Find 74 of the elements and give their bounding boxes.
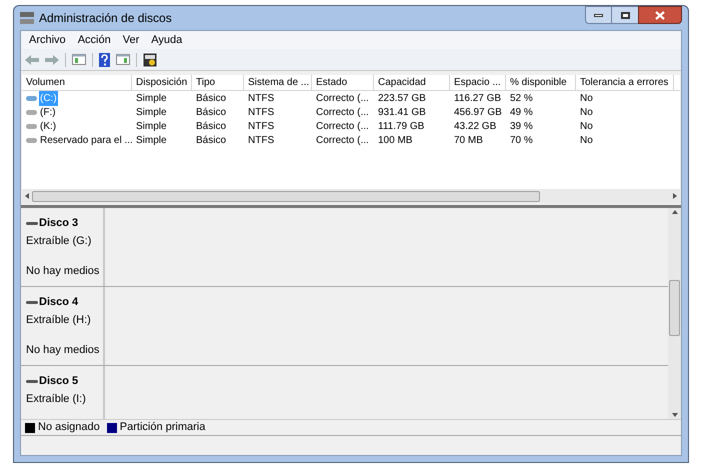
column-header[interactable]: Tolerancia a errores [576, 75, 674, 90]
volume-name[interactable]: (K:) [39, 118, 58, 134]
disk-name: Disco 3 [39, 216, 78, 231]
volume-name[interactable]: (F:) [39, 104, 57, 120]
table-cell-text: Básico [196, 134, 226, 148]
close-icon [655, 10, 665, 20]
legend-label: Partición primaria [120, 420, 206, 436]
drive-icon [26, 138, 37, 142]
table-cell-text: 70 % [510, 134, 533, 148]
panel-icon[interactable] [116, 54, 130, 65]
table-cell-text: 70 MB [454, 134, 483, 148]
table-cell-text: 100 MB [378, 134, 412, 148]
drive-icon [26, 124, 37, 128]
table-cell-text: Correcto (... [316, 120, 369, 134]
table-cell-text: 39 % [510, 120, 533, 134]
column-header[interactable]: Capacidad [374, 75, 450, 90]
table-cell-text: NTFS [248, 106, 274, 120]
table-cell-text: 931.41 GB [378, 106, 426, 120]
disk-name: Disco 4 [39, 295, 78, 310]
menu-item[interactable]: Acción [72, 32, 116, 48]
window-title: Administración de discos [39, 10, 172, 27]
table-cell-text: Básico [196, 92, 226, 106]
maximize-button[interactable] [612, 6, 638, 24]
table-cell-text: NTFS [248, 134, 274, 148]
table-cell-text: Básico [196, 120, 226, 134]
disk-type: Extraíble (G:) [26, 234, 92, 248]
table-cell-text: 52 % [510, 92, 533, 106]
column-header[interactable]: Disposición [132, 75, 192, 90]
properties-icon[interactable] [143, 52, 157, 66]
table-cell-text: Simple [136, 134, 167, 148]
column-header[interactable]: Tipo [192, 75, 244, 90]
scroll-down-icon[interactable] [670, 411, 678, 419]
horizontal-scrollbar[interactable] [32, 190, 540, 202]
close-button[interactable] [638, 6, 682, 24]
table-cell-text: Simple [136, 106, 167, 120]
menu-item[interactable]: Ayuda [146, 32, 188, 48]
disk-status: No hay medios [26, 264, 100, 279]
column-header[interactable]: Volumen [22, 75, 132, 90]
table-cell-text: No [580, 92, 593, 106]
drive-icon [26, 110, 37, 114]
column-header[interactable]: % disponible [506, 75, 576, 90]
disk-type: Extraíble (H:) [26, 312, 92, 328]
table-cell-text: 116.27 GB [454, 92, 502, 106]
table-cell-text: 43.22 GB [454, 120, 496, 134]
table-cell-text: Correcto (... [316, 92, 369, 106]
table-cell-text: Simple [136, 120, 167, 134]
column-header[interactable]: Sistema de ... [244, 75, 312, 90]
table-cell-text: 111.79 GB [378, 120, 424, 134]
legend-label: No asignado [38, 420, 100, 436]
disk-name: Disco 5 [39, 374, 78, 389]
table-cell-text: Correcto (... [316, 106, 369, 120]
table-cell-text: No [580, 134, 593, 148]
menu-item[interactable]: Archivo [24, 32, 71, 48]
table-cell-text: Básico [196, 106, 226, 120]
menu-item[interactable]: Ver [118, 32, 144, 48]
table-cell-text: NTFS [248, 92, 274, 106]
help-icon[interactable] [99, 52, 110, 66]
drive-icon [26, 96, 37, 100]
vertical-scrollbar[interactable] [669, 280, 680, 336]
table-cell-text: 456.97 GB [454, 106, 502, 120]
volume-name[interactable]: Reservado para el ... [39, 132, 132, 148]
column-header[interactable]: Espacio ... [450, 75, 506, 90]
disk-type: Extraíble (I:) [26, 392, 87, 406]
disk-status: No hay medios [26, 343, 100, 358]
table-cell-text: NTFS [248, 120, 274, 134]
table-cell-text: No [580, 106, 593, 120]
column-header[interactable]: Estado [312, 75, 374, 90]
minimize-button[interactable] [585, 6, 612, 24]
table-cell-text: 49 % [510, 106, 533, 120]
table-cell-text: 223.57 GB [378, 92, 426, 106]
panel-icon[interactable] [72, 54, 86, 65]
table-cell-text: Simple [136, 92, 167, 106]
table-cell-text: Correcto (... [316, 134, 369, 148]
table-cell-text: No [580, 120, 593, 134]
